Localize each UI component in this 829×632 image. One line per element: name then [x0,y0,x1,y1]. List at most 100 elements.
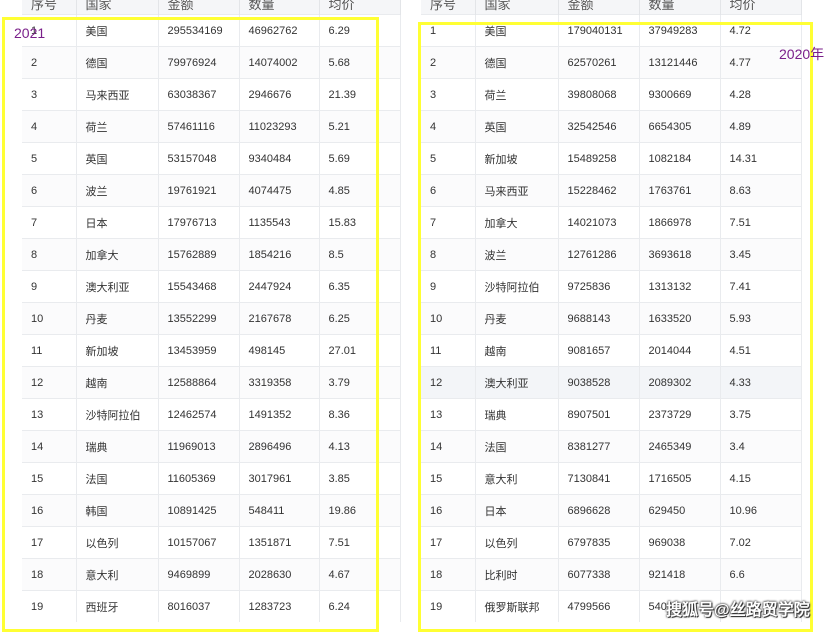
cell-country: 日本 [76,206,159,239]
header-unit-price: 均价 [319,0,401,15]
cell-amount: 11969013 [158,430,240,463]
cell-unit-price: 3.75 [720,398,802,431]
cell-quantity: 548411 [239,494,320,527]
cell-quantity: 1866978 [639,206,721,239]
cell-quantity: 2465349 [639,430,721,463]
cell-unit-price: 6.24 [319,590,401,622]
table-row: 12 越南 12588864 3319358 3.79 [22,366,401,399]
cell-country: 加拿大 [76,238,159,271]
cell-country: 新加坡 [475,142,559,175]
cell-quantity: 1313132 [639,270,721,303]
right-table-header: 序号 国家 金额 数量 均价 [421,0,802,15]
cell-quantity: 2373729 [639,398,721,431]
cell-index: 1 [421,14,476,47]
cell-unit-price: 5.68 [319,46,401,79]
cell-index: 10 [22,302,77,335]
cell-country: 西班牙 [76,590,159,622]
table-row: 5 新加坡 15489258 1082184 14.31 [421,142,802,175]
cell-country: 比利时 [475,558,559,591]
cell-amount: 11605369 [158,462,240,495]
cell-amount: 6896628 [558,494,640,527]
cell-country: 法国 [76,462,159,495]
cell-quantity: 1082184 [639,142,721,175]
header-index: 序号 [421,0,476,15]
cell-unit-price: 4.13 [319,430,401,463]
cell-country: 以色列 [475,526,559,559]
cell-unit-price: 4.72 [720,14,802,47]
cell-quantity: 921418 [639,558,721,591]
cell-quantity: 629450 [639,494,721,527]
table-row: 4 英国 32542546 6654305 4.89 [421,110,802,143]
cell-unit-price: 7.51 [319,526,401,559]
cell-quantity: 2167678 [239,302,320,335]
cell-country: 美国 [475,14,559,47]
cell-amount: 63038367 [158,78,240,111]
cell-country: 马来西亚 [76,78,159,111]
cell-amount: 12761286 [558,238,640,271]
cell-amount: 15762889 [158,238,240,271]
cell-unit-price: 7.41 [720,270,802,303]
cell-amount: 179040131 [558,14,640,47]
cell-quantity: 4074475 [239,174,320,207]
cell-index: 17 [421,526,476,559]
cell-unit-price: 3.79 [319,366,401,399]
cell-amount: 19761921 [158,174,240,207]
table-row: 9 沙特阿拉伯 9725836 1313132 7.41 [421,270,802,303]
cell-country: 马来西亚 [475,174,559,207]
cell-quantity: 37949283 [639,14,721,47]
cell-country: 意大利 [475,462,559,495]
cell-unit-price: 14.31 [720,142,802,175]
header-country: 国家 [76,0,159,15]
table-row: 16 日本 6896628 629450 10.96 [421,494,802,527]
cell-index: 5 [22,142,77,175]
cell-amount: 13453959 [158,334,240,367]
cell-index: 18 [421,558,476,591]
cell-quantity: 2089302 [639,366,721,399]
cell-quantity: 2028630 [239,558,320,591]
cell-country: 澳大利亚 [76,270,159,303]
table-row: 3 荷兰 39808068 9300669 4.28 [421,78,802,111]
cell-index: 3 [421,78,476,111]
cell-unit-price: 4.89 [720,110,802,143]
cell-amount: 15543468 [158,270,240,303]
cell-quantity: 3017961 [239,462,320,495]
year-label-2020: 2020年 [779,46,825,62]
right-table-body: 1 美国 179040131 37949283 4.72 2 德国 62570261 13121… [421,14,802,622]
cell-unit-price: 4.28 [720,78,802,111]
cell-amount: 6797835 [558,526,640,559]
header-unit-price: 均价 [720,0,802,15]
table-row: 18 比利时 6077338 921418 6.6 [421,558,802,591]
cell-unit-price: 8.63 [720,174,802,207]
table-row: 11 新加坡 13453959 498145 27.01 [22,334,401,367]
cell-quantity: 2447924 [239,270,320,303]
table-row: 17 以色列 6797835 969038 7.02 [421,526,802,559]
cell-country: 以色列 [76,526,159,559]
table-row: 19 西班牙 8016037 1283723 6.24 [22,590,401,622]
header-amount: 金额 [558,0,640,15]
cell-unit-price: 3.45 [720,238,802,271]
left-table-body: 1 美国 295534169 46962762 6.29 2 德国 79976924 14074… [22,14,401,622]
cell-quantity: 2014044 [639,334,721,367]
cell-index: 3 [22,78,77,111]
cell-country: 日本 [475,494,559,527]
cell-index: 19 [421,590,476,622]
cell-quantity: 1491352 [239,398,320,431]
cell-country: 加拿大 [475,206,559,239]
table-row: 8 加拿大 15762889 1854216 8.5 [22,238,401,271]
cell-index: 14 [421,430,476,463]
header-index: 序号 [22,0,77,15]
table-row: 15 法国 11605369 3017961 3.85 [22,462,401,495]
cell-index: 16 [22,494,77,527]
table-row: 17 以色列 10157067 1351871 7.51 [22,526,401,559]
header-amount: 金额 [158,0,240,15]
cell-unit-price: 15.83 [319,206,401,239]
cell-index: 12 [421,366,476,399]
cell-index: 9 [421,270,476,303]
cell-amount: 15228462 [558,174,640,207]
cell-unit-price: 19.86 [319,494,401,527]
cell-index: 11 [421,334,476,367]
table-row: 4 荷兰 57461116 11023293 5.21 [22,110,401,143]
cell-quantity: 498145 [239,334,320,367]
table-row: 10 丹麦 13552299 2167678 6.25 [22,302,401,335]
cell-index: 16 [421,494,476,527]
